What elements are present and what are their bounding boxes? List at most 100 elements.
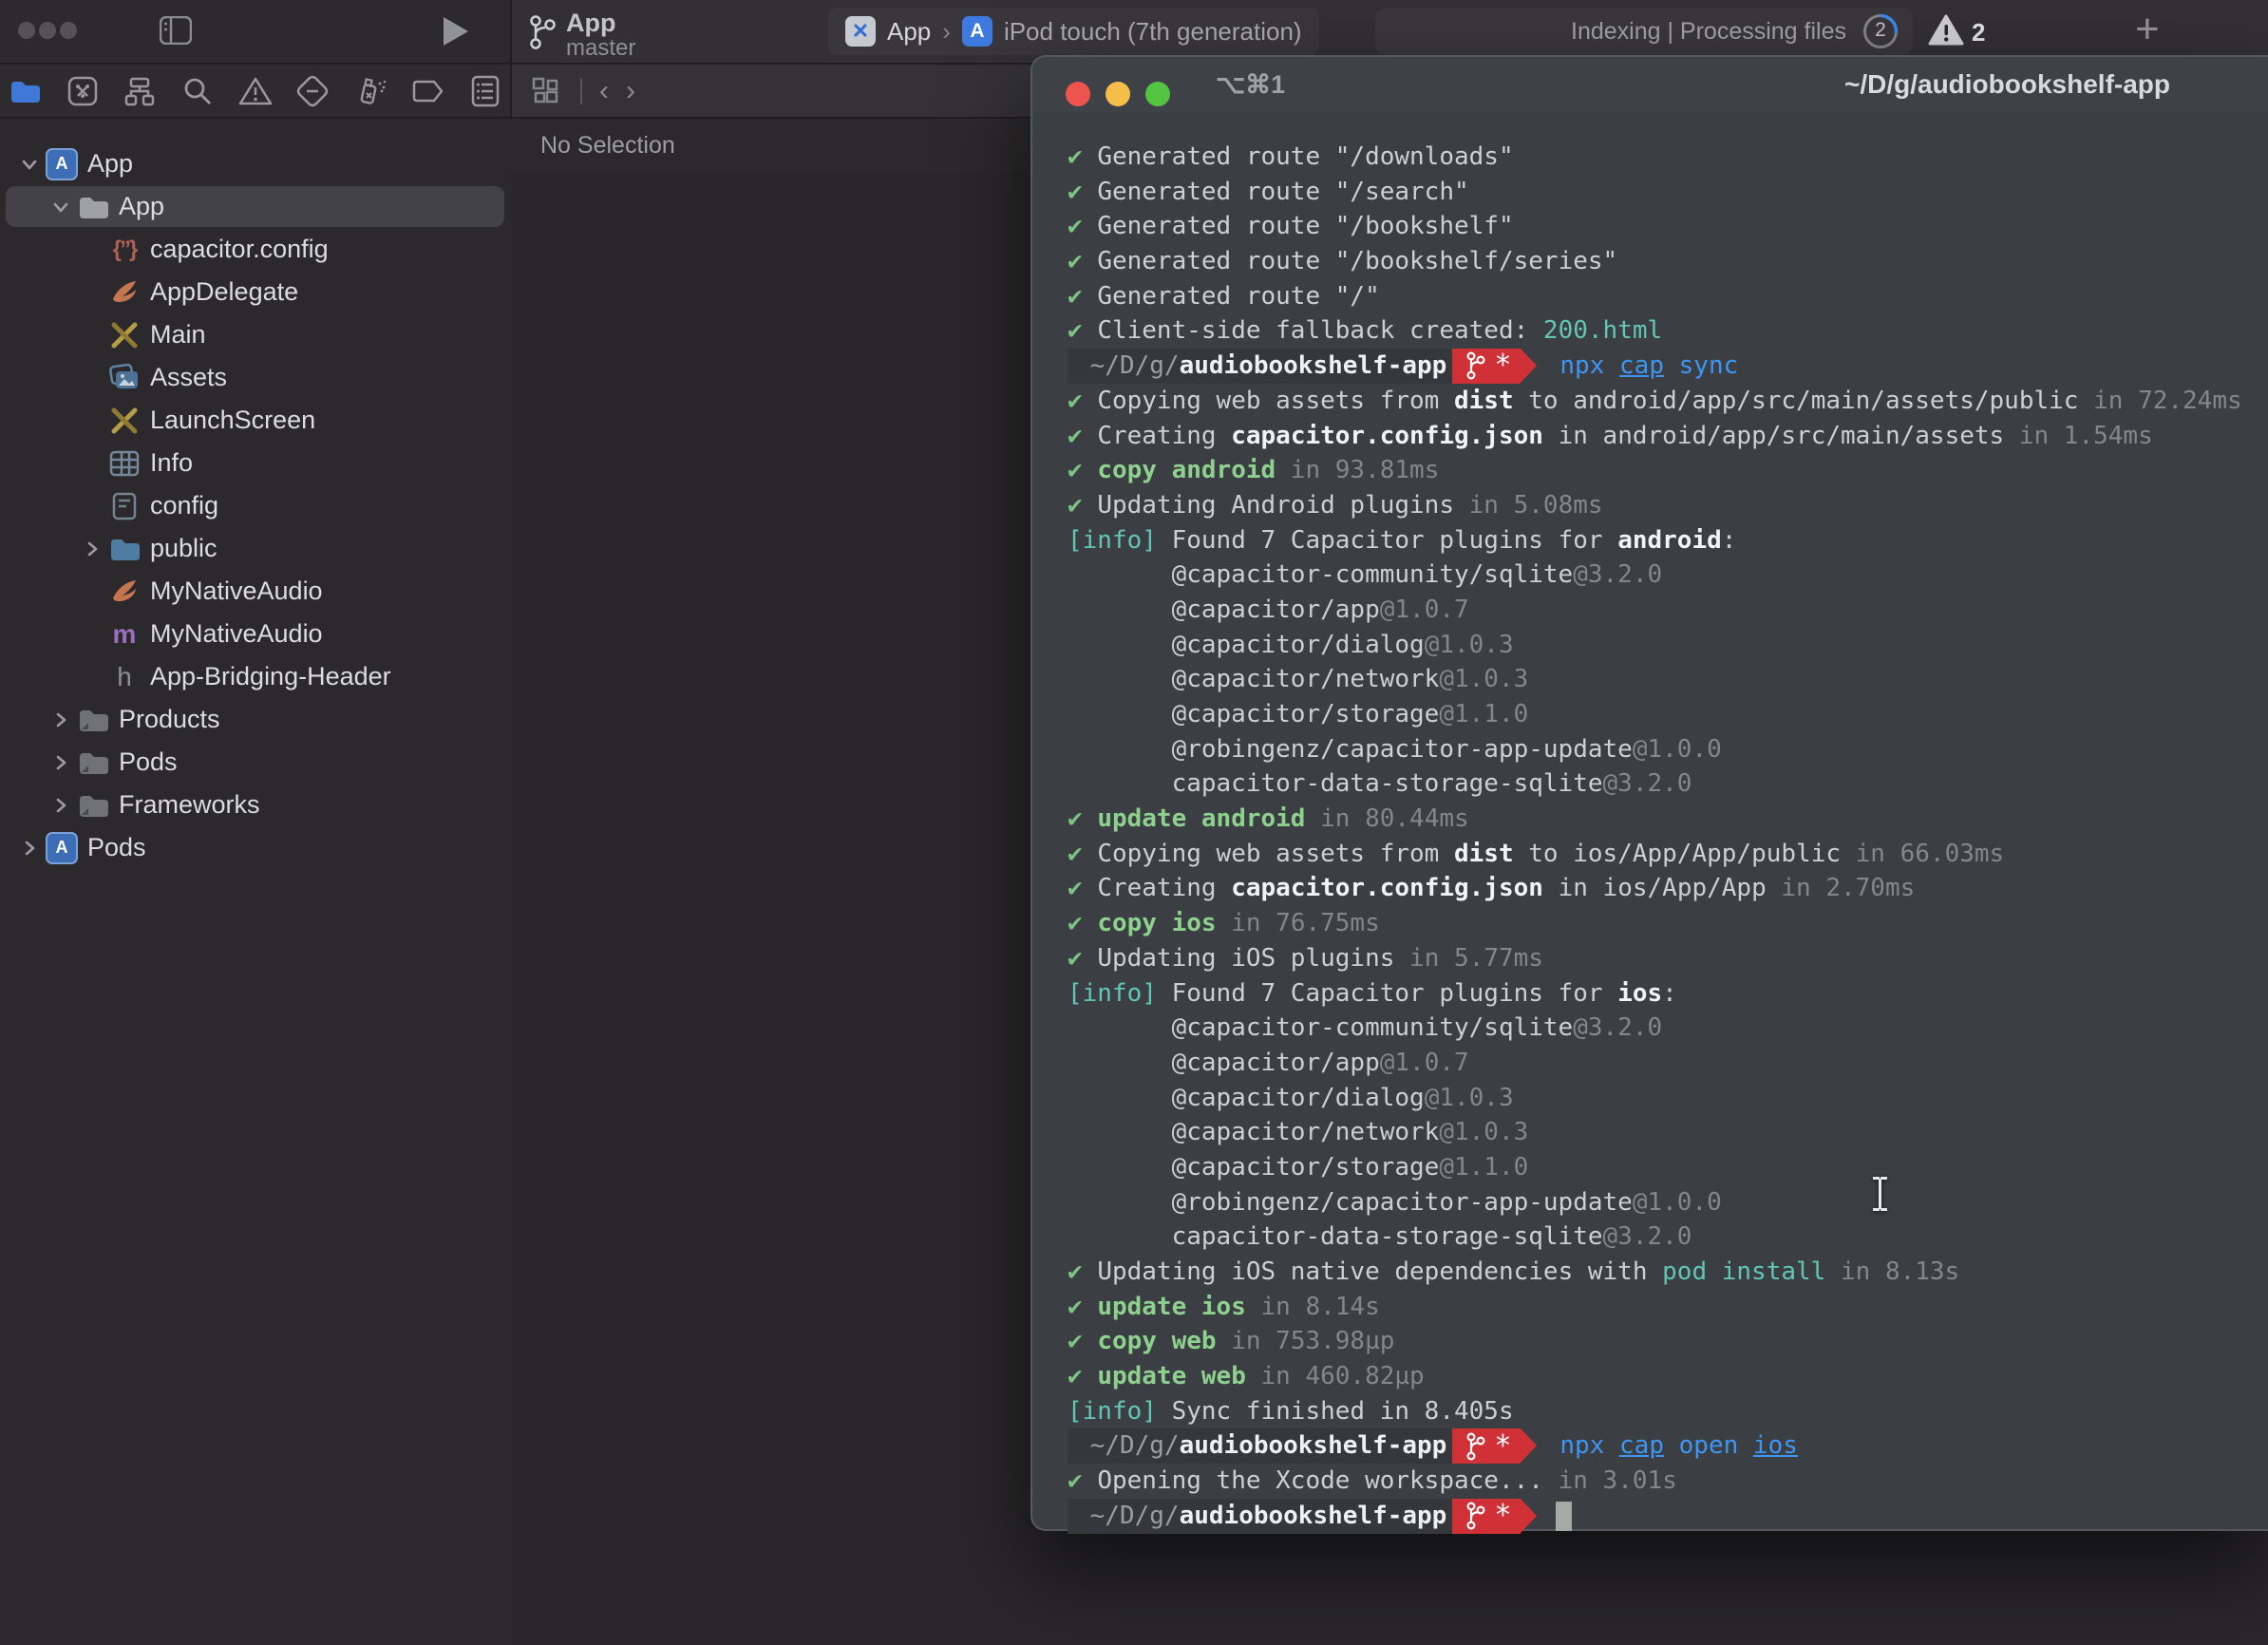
source-control-icon[interactable] bbox=[66, 74, 100, 108]
prompt-git-segment: * bbox=[1452, 1428, 1521, 1464]
window-zoom-button[interactable] bbox=[60, 22, 77, 39]
terminal-line: [info] Found 7 Capacitor plugins for and… bbox=[1068, 523, 2268, 558]
terminal-line: ✔ Updating iOS plugins in 5.77ms bbox=[1068, 941, 2268, 976]
breakpoints-icon[interactable] bbox=[410, 74, 444, 108]
file-tree-item[interactable]: AppDelegate bbox=[0, 271, 510, 313]
terminal-line: @capacitor/app@1.0.7 bbox=[1068, 1046, 2268, 1081]
scheme-selector[interactable]: ✕ App › A iPod touch (7th generation) bbox=[828, 8, 1319, 55]
sidebar-toggle-icon[interactable] bbox=[160, 16, 192, 49]
terminal-line: ✔ copy android in 93.81ms bbox=[1068, 453, 2268, 488]
scheme-name: App bbox=[887, 17, 931, 47]
swift-icon bbox=[108, 576, 141, 608]
find-icon[interactable] bbox=[180, 74, 215, 108]
related-items-grid-icon[interactable] bbox=[529, 74, 563, 108]
chevron-down-icon[interactable] bbox=[17, 152, 42, 177]
file-tree-item[interactable]: MyNativeAudio bbox=[0, 570, 510, 613]
terminal-line: @capacitor/storage@1.1.0 bbox=[1068, 1150, 2268, 1185]
file-tree-item[interactable]: Main bbox=[0, 313, 510, 356]
terminal-line: ✔ Updating Android plugins in 5.08ms bbox=[1068, 488, 2268, 523]
terminal-line: ✔ copy ios in 76.75ms bbox=[1068, 906, 2268, 941]
tests-icon[interactable] bbox=[295, 74, 330, 108]
file-tree-item[interactable]: Assets bbox=[0, 356, 510, 399]
chevron-right-icon[interactable] bbox=[80, 537, 104, 561]
chevron-spacer bbox=[80, 323, 104, 348]
add-tab-button[interactable]: + bbox=[2135, 6, 2160, 53]
file-tree-item[interactable]: Pods bbox=[0, 741, 510, 784]
terminal-line: ✔ Updating iOS native dependencies with … bbox=[1068, 1255, 2268, 1290]
file-tree-item-label: Info bbox=[150, 448, 193, 478]
chevron-spacer bbox=[80, 665, 104, 690]
activity-viewer[interactable]: Indexing | Processing files 2 bbox=[1375, 8, 1913, 55]
source-control-summary[interactable]: App master bbox=[528, 9, 635, 61]
project-navigator-icon[interactable] bbox=[8, 74, 42, 108]
code-braces-icon: {”} bbox=[108, 234, 141, 266]
chevron-spacer bbox=[80, 366, 104, 390]
chevron-right-icon[interactable] bbox=[48, 750, 73, 775]
file-tree-item[interactable]: config bbox=[0, 484, 510, 527]
xcode-project-icon: A bbox=[46, 148, 78, 180]
chevron-right-icon[interactable] bbox=[48, 708, 73, 732]
file-tree-item[interactable]: hApp-Bridging-Header bbox=[0, 655, 510, 698]
warning-count: 2 bbox=[1972, 18, 1985, 47]
file-tree-item[interactable]: LaunchScreen bbox=[0, 399, 510, 442]
terminal-window[interactable]: ⌥⌘1 ~/D/g/audiobookshelf-app ✔ Generated… bbox=[1030, 55, 2268, 1531]
file-tree-item[interactable]: APods bbox=[0, 826, 510, 869]
issues-summary[interactable]: 2 bbox=[1928, 14, 1985, 51]
terminal-output[interactable]: ✔ Generated route "/downloads"✔ Generate… bbox=[1032, 112, 2268, 1534]
issues-icon[interactable] bbox=[238, 74, 273, 108]
terminal-line: @robingenz/capacitor-app-update@1.0.0 bbox=[1068, 1185, 2268, 1220]
file-tree-item[interactable]: public bbox=[0, 527, 510, 570]
window-close-button[interactable] bbox=[18, 22, 35, 39]
project-navigator: AAppApp{”}capacitor.configAppDelegateMai… bbox=[0, 119, 510, 1645]
chevron-right-icon[interactable] bbox=[48, 793, 73, 818]
file-tree-item[interactable]: mMyNativeAudio bbox=[0, 613, 510, 655]
terminal-close-button[interactable] bbox=[1066, 82, 1090, 106]
prompt-arrow-tip bbox=[1521, 1428, 1537, 1463]
storyboard-icon bbox=[108, 405, 141, 437]
file-tree-item[interactable]: {”}capacitor.config bbox=[0, 228, 510, 271]
prompt-arrow-tip bbox=[1521, 349, 1537, 383]
jump-bar-divider bbox=[580, 78, 582, 104]
prompt-path-dir: audiobookshelf-app bbox=[1180, 349, 1447, 384]
reports-icon[interactable] bbox=[468, 74, 502, 108]
back-button[interactable]: ‹ bbox=[599, 75, 609, 107]
prompt-dirty-marker: * bbox=[1494, 1502, 1511, 1530]
terminal-line: ✔ Generated route "/" bbox=[1068, 279, 2268, 314]
window-minimize-button[interactable] bbox=[39, 22, 56, 39]
file-tree-item[interactable]: App bbox=[0, 185, 510, 228]
run-button[interactable] bbox=[444, 17, 468, 46]
plist-icon bbox=[108, 447, 141, 480]
objc-m-icon: m bbox=[108, 618, 141, 651]
terminal-zoom-button[interactable] bbox=[1145, 82, 1170, 106]
terminal-minimize-button[interactable] bbox=[1106, 82, 1130, 106]
chevron-right-icon[interactable] bbox=[17, 836, 42, 860]
prompt-git-segment: * bbox=[1452, 1499, 1521, 1534]
prompt-path-dir: audiobookshelf-app bbox=[1180, 1428, 1447, 1464]
file-tree-item[interactable]: Products bbox=[0, 698, 510, 741]
terminal-line: ✔ Creating capacitor.config.json in andr… bbox=[1068, 419, 2268, 454]
folder-special-icon bbox=[77, 704, 109, 736]
ibeam-cursor bbox=[1869, 1176, 1890, 1212]
file-tree-item[interactable]: Frameworks bbox=[0, 784, 510, 826]
file-tree-item[interactable]: Info bbox=[0, 442, 510, 484]
terminal-titlebar[interactable]: ⌥⌘1 ~/D/g/audiobookshelf-app bbox=[1032, 57, 2268, 112]
debug-icon[interactable] bbox=[353, 74, 387, 108]
file-tree-item[interactable]: AApp bbox=[0, 142, 510, 185]
document-icon bbox=[108, 490, 141, 522]
terminal-line: ✔ update web in 460.82µp bbox=[1068, 1359, 2268, 1394]
chevron-down-icon[interactable] bbox=[48, 195, 73, 219]
prompt-path-prefix: ~/D/g/ bbox=[1075, 349, 1180, 384]
terminal-line: ✔ Generated route "/bookshelf" bbox=[1068, 209, 2268, 244]
terminal-line: ✔ Generated route "/bookshelf/series" bbox=[1068, 244, 2268, 279]
symbols-icon[interactable] bbox=[123, 74, 157, 108]
assets-icon bbox=[108, 362, 141, 394]
terminal-line: [info] Found 7 Capacitor plugins for ios… bbox=[1068, 976, 2268, 1012]
git-branch-icon bbox=[1465, 350, 1486, 381]
xcode-project-icon: ✕ bbox=[845, 16, 876, 47]
prompt-path-dir: audiobookshelf-app bbox=[1180, 1499, 1447, 1534]
terminal-line: ✔ Generated route "/search" bbox=[1068, 175, 2268, 210]
run-destination: iPod touch (7th generation) bbox=[1004, 17, 1302, 47]
prompt-path-prefix: ~/D/g/ bbox=[1075, 1428, 1180, 1464]
forward-button[interactable]: › bbox=[626, 75, 635, 107]
swift-icon bbox=[108, 276, 141, 309]
